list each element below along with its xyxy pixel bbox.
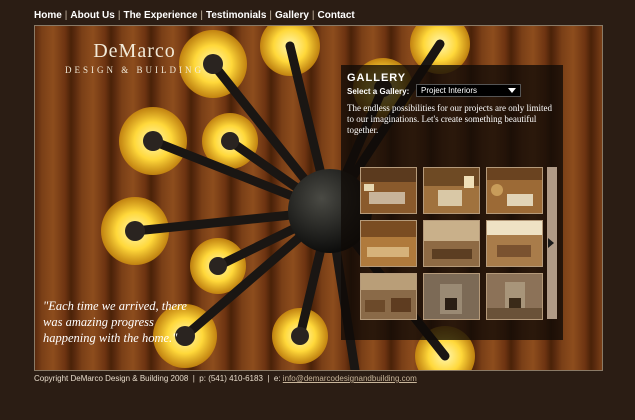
kitchen-photo — [424, 168, 479, 213]
gallery-thumbnail[interactable] — [423, 220, 480, 267]
gallery-panel: GALLERY Select a Gallery: Project Interi… — [341, 65, 563, 340]
gallery-thumbnail[interactable] — [360, 273, 417, 320]
hero-banner: DeMarco DESIGN & BUILDING "Each time we … — [34, 25, 603, 371]
nav-separator: | — [269, 10, 272, 21]
nav-about-us[interactable]: About Us — [70, 10, 114, 21]
gallery-thumbnail[interactable] — [360, 167, 417, 214]
footer-separator: | — [267, 374, 270, 383]
nav-the-experience[interactable]: The Experience — [123, 10, 197, 21]
logo[interactable]: DeMarco DESIGN & BUILDING — [65, 40, 204, 75]
gallery-select-label: Select a Gallery: — [347, 87, 410, 96]
arrow-right-icon — [548, 238, 554, 248]
gallery-thumbnail[interactable] — [486, 167, 543, 214]
gallery-thumbnail[interactable] — [360, 220, 417, 267]
nav-separator: | — [117, 10, 121, 21]
living-room-photo — [361, 274, 416, 319]
testimonial-quote: "Each time we arrived, there was amazing… — [43, 299, 187, 345]
logo-tagline: DESIGN & BUILDING — [65, 65, 204, 75]
footer-phone: p: (541) 410-6183 — [199, 374, 263, 383]
kitchen-photo — [487, 168, 542, 213]
chevron-down-icon — [508, 88, 516, 93]
gallery-select-value: Project Interiors — [421, 86, 478, 95]
gallery-title: GALLERY — [347, 72, 407, 84]
gallery-thumbnail[interactable] — [423, 167, 480, 214]
living-room-photo — [424, 221, 479, 266]
nav-gallery[interactable]: Gallery — [275, 10, 309, 21]
main-nav: Home | About Us | The Experience | Testimonial… — [34, 10, 355, 21]
gallery-thumbnail[interactable] — [423, 273, 480, 320]
nav-testimonials[interactable]: Testimonials — [206, 10, 266, 21]
kitchen-photo — [361, 168, 416, 213]
footer-email-link[interactable]: info@demarcodesignandbuilding.com — [283, 374, 417, 383]
logo-name: DeMarco — [93, 40, 176, 62]
kitchen-photo — [361, 221, 416, 266]
gallery-description: The endless possibilities for our projec… — [347, 103, 552, 135]
footer-copyright: Copyright DeMarco Design & Building 2008 — [34, 374, 189, 383]
gallery-thumbnail[interactable] — [486, 220, 543, 267]
thumbnail-grid — [360, 167, 546, 320]
gallery-thumbnail[interactable] — [486, 273, 543, 320]
footer: Copyright DeMarco Design & Building 2008… — [34, 374, 417, 383]
footer-separator: | — [192, 374, 195, 383]
nav-separator: | — [64, 10, 68, 21]
fireplace-photo — [424, 274, 479, 319]
gallery-select[interactable]: Project Interiors — [416, 84, 521, 97]
nav-separator: | — [200, 10, 203, 21]
nav-home[interactable]: Home — [34, 10, 62, 21]
nav-contact[interactable]: Contact — [318, 10, 355, 21]
fireplace-photo — [487, 274, 542, 319]
kitchen-photo — [487, 221, 542, 266]
footer-email-label: e: — [273, 374, 281, 383]
nav-separator: | — [311, 10, 315, 21]
